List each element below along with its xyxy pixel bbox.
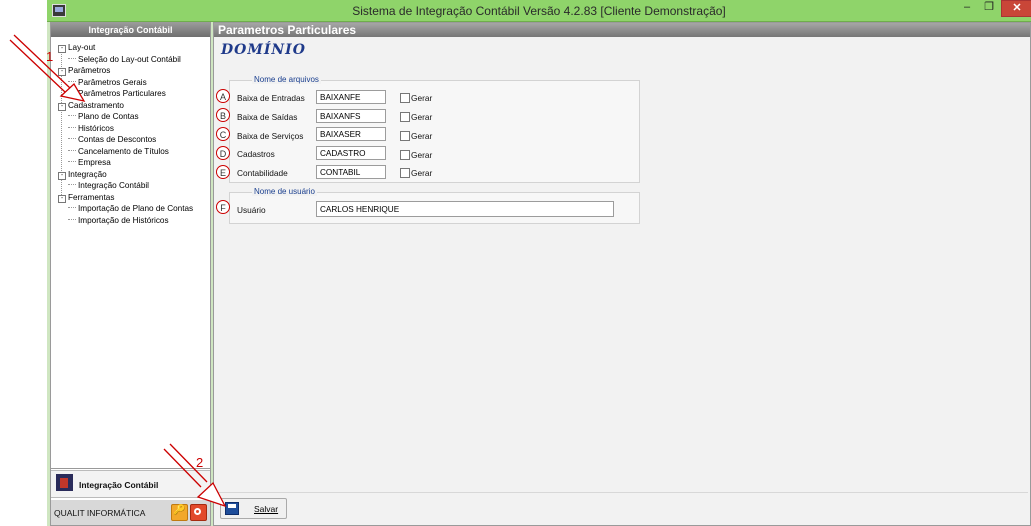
- arrow1-head: [59, 82, 86, 102]
- annotation-number-2: 2: [196, 455, 204, 470]
- arrow1-shaft-b: [9, 39, 66, 93]
- annotation-arrows: [9, 34, 227, 508]
- arrow1-shaft-a: [13, 34, 71, 89]
- arrow2-head: [196, 481, 227, 508]
- annotation-number-1: 1: [46, 49, 54, 64]
